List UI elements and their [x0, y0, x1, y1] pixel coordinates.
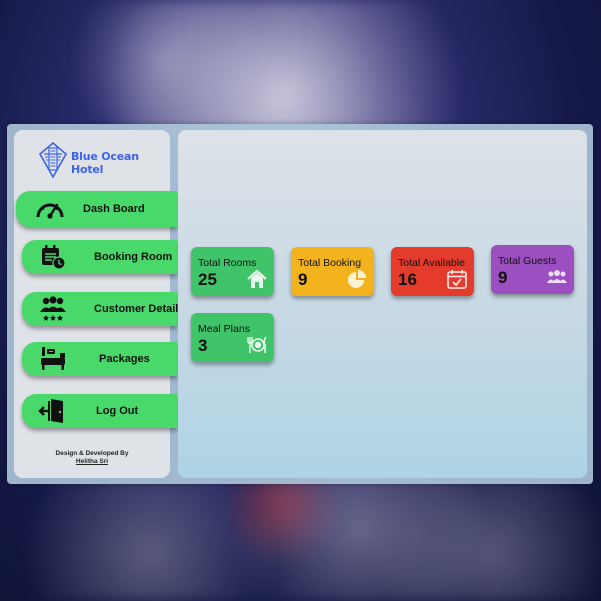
- sidebar-item-dashboard[interactable]: Dash Board: [16, 191, 177, 227]
- speedometer-icon: [34, 194, 66, 224]
- users-icon: [546, 266, 568, 288]
- sidebar-item-label: Packages: [99, 353, 150, 365]
- sidebar-item-booking-room[interactable]: Booking Room: [22, 240, 177, 274]
- app-window: Blue Ocean Hotel Dash Board Booking Room…: [7, 124, 593, 484]
- hotel-building-logo: [38, 141, 68, 183]
- people-stars-icon: [37, 294, 69, 324]
- stat-card-value: 9: [298, 270, 308, 289]
- brand: Blue Ocean Hotel: [38, 141, 170, 183]
- brand-name: Blue Ocean Hotel: [71, 149, 139, 176]
- calendar-check-icon: [446, 268, 468, 290]
- pie-chart-icon: [346, 268, 368, 290]
- sidebar: Blue Ocean Hotel Dash Board Booking Room…: [14, 130, 184, 478]
- exit-door-icon: [37, 396, 69, 426]
- stat-card-value: 16: [398, 270, 417, 289]
- dashboard-panel: Total Rooms 25 Total Booking 9 Total Ava…: [178, 130, 587, 478]
- stat-card-meal-plans: Meal Plans 3: [191, 313, 274, 362]
- stat-card-total-guests: Total Guests 9: [491, 245, 574, 294]
- credit-line: Design & Developed By: [55, 450, 129, 457]
- stat-card-title: Meal Plans: [198, 323, 250, 335]
- sidebar-item-label: Booking Room: [94, 251, 173, 263]
- sidebar-item-label: Customer Details: [94, 303, 185, 315]
- credit: Design & Developed By Helitha Sri: [14, 450, 170, 466]
- stat-card-value: 9: [498, 268, 508, 287]
- home-icon: [246, 268, 268, 290]
- sidebar-item-label: Dash Board: [83, 203, 145, 215]
- sidebar-item-label: Log Out: [96, 405, 139, 417]
- stat-card-value: 25: [198, 270, 217, 289]
- credit-author-link[interactable]: Helitha Sri: [14, 458, 170, 466]
- stat-card-total-rooms: Total Rooms 25: [191, 247, 274, 296]
- stat-card-total-booking: Total Booking 9: [291, 247, 374, 296]
- bed-icon: [37, 344, 69, 374]
- stat-card-total-available: Total Available 16: [391, 247, 474, 296]
- dining-icon: [246, 334, 268, 356]
- stat-card-value: 3: [198, 336, 208, 355]
- sidebar-item-logout[interactable]: Log Out: [22, 394, 177, 428]
- sidebar-item-customer-details[interactable]: Customer Details: [22, 292, 184, 326]
- sidebar-item-packages[interactable]: Packages: [22, 342, 177, 376]
- calendar-clock-icon: [37, 242, 69, 272]
